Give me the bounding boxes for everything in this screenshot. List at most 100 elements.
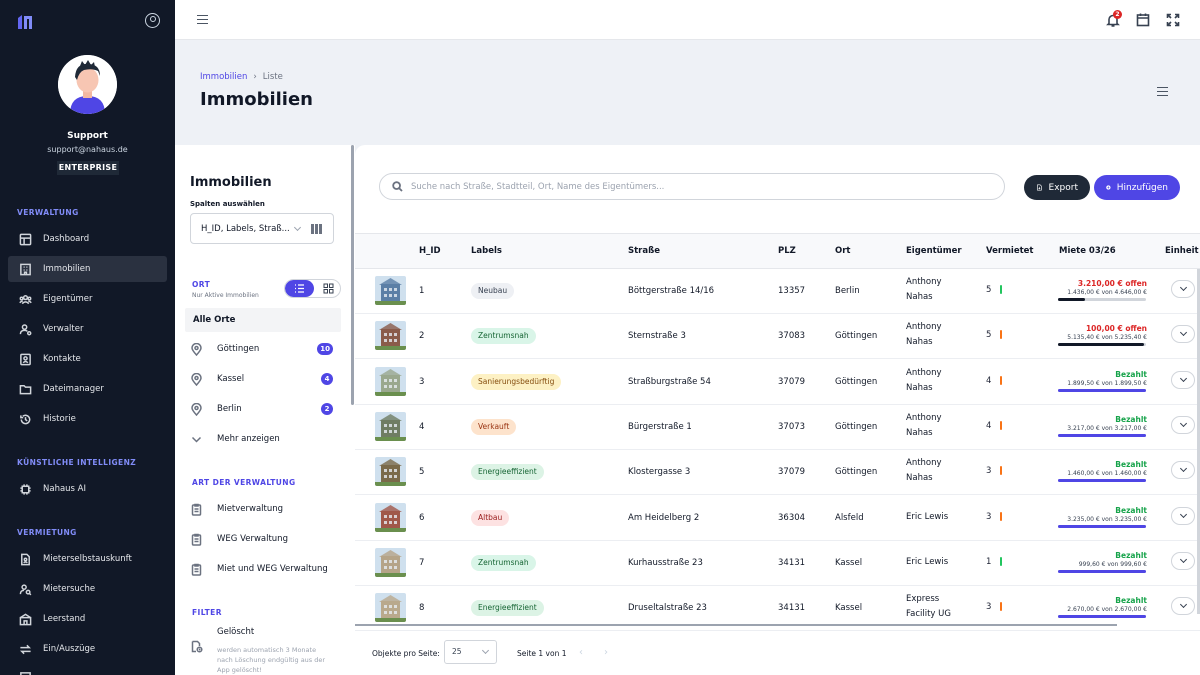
rent-progress-bar [1058, 343, 1146, 347]
table-row[interactable]: 4 Verkauft Bürgerstraße 1 37073 Göttingen Ant… [355, 405, 1200, 450]
expand-row-button[interactable] [1171, 325, 1195, 344]
rent-detail: 1.436,00 € von 4.646,00 € [1067, 289, 1147, 296]
sidebar-item-immobilien[interactable]: Immobilien [8, 256, 167, 282]
cell-h-id: 8 [419, 603, 425, 614]
sidebar-item-more[interactable] [8, 664, 167, 675]
sidebar-item-label: Verwalter [43, 324, 84, 334]
cell-ort: Kassel [835, 557, 863, 568]
sidebar-item-label: Ein/Auszüge [43, 644, 96, 654]
owner-line: Anthony [906, 277, 942, 287]
column-header-ort[interactable]: Ort [835, 246, 850, 256]
property-thumbnail[interactable] [375, 321, 406, 351]
column-header-strasse[interactable]: Straße [628, 246, 660, 256]
breadcrumb-root-link[interactable]: Immobilien [200, 72, 247, 82]
nahaus-logo[interactable] [16, 14, 36, 30]
next-page-icon[interactable]: › [604, 647, 608, 658]
property-thumbnail[interactable] [375, 411, 406, 441]
rent-status: Bezahlt [1115, 596, 1147, 606]
rent-status: Bezahlt [1115, 505, 1147, 515]
sidebar-item-mieterselbstauskunft[interactable]: Mieterselbstauskunft [8, 546, 167, 572]
rent-progress-fill [1058, 615, 1146, 619]
location-item[interactable]: Kassel 4 [190, 369, 335, 389]
label-badge: Sanierungsbedürftig [471, 373, 562, 390]
show-more-button[interactable]: Mehr anzeigen [190, 429, 335, 449]
show-more-label: Mehr anzeigen [217, 434, 280, 444]
sidebar-item-dashboard[interactable]: Dashboard [8, 226, 167, 252]
property-thumbnail[interactable] [375, 366, 406, 396]
rent-progress-bar [1058, 433, 1146, 437]
column-header-labels[interactable]: Labels [471, 246, 502, 256]
columns-select[interactable]: H_ID, Labels, Straß... [190, 213, 334, 244]
cell-h-id: 4 [419, 421, 425, 432]
file-export-icon [1037, 184, 1042, 191]
location-section-title: ORT [192, 280, 211, 289]
grid-view-button[interactable] [314, 280, 340, 297]
sidebar-item-label: Nahaus AI [43, 484, 87, 494]
location-item[interactable]: Berlin 2 [190, 399, 335, 419]
page-menu-icon[interactable] [1157, 87, 1168, 96]
table-row[interactable]: 1 Neubau Böttgerstraße 14/16 13357 Berlin Ant… [355, 269, 1200, 314]
export-button[interactable]: Export [1024, 175, 1090, 200]
list-view-button[interactable] [285, 280, 314, 297]
property-thumbnail[interactable] [375, 593, 406, 623]
document-clock-icon [191, 640, 203, 653]
expand-row-button[interactable] [1171, 506, 1195, 525]
deleted-filter-item[interactable]: Gelöscht [190, 627, 335, 653]
chip-icon [18, 482, 32, 496]
column-header-einheit[interactable]: Einheit [1165, 246, 1199, 256]
sidebar-item-nahaus-ai[interactable]: Nahaus AI [8, 476, 167, 502]
table-row[interactable]: 6 Altbau Am Heidelberg 2 36304 Alsfeld Eric L… [355, 496, 1200, 541]
filter-scrollbar[interactable] [351, 145, 354, 405]
per-page-select[interactable]: 25 [444, 640, 497, 664]
location-item[interactable]: Göttingen 10 [190, 339, 335, 359]
expand-row-button[interactable] [1171, 415, 1195, 434]
table-row[interactable]: 3 Sanierungsbedürftig Straßburgstraße 54 37… [355, 360, 1200, 405]
sidebar-item-verwalter[interactable]: Verwalter [8, 316, 167, 342]
table-row[interactable]: 7 Zentrumsnah Kurhausstraße 23 34131 Kassel E… [355, 541, 1200, 586]
table-horizontal-scrollbar[interactable] [355, 624, 1117, 626]
cell-strasse: Bürgerstraße 1 [628, 421, 692, 432]
sidebar-item-historie[interactable]: Historie [8, 406, 167, 432]
expand-row-button[interactable] [1171, 461, 1195, 480]
sidebar-item-mietersuche[interactable]: Mietersuche [8, 576, 167, 602]
expand-row-button[interactable] [1171, 597, 1195, 616]
fullscreen-icon[interactable] [1165, 12, 1181, 28]
management-type-item[interactable]: WEG Verwaltung [190, 529, 335, 549]
menu-toggle-icon[interactable] [197, 15, 208, 24]
previous-page-icon[interactable]: ‹ [579, 647, 583, 658]
user-circle-icon[interactable] [145, 13, 160, 28]
page-title: Immobilien [200, 89, 313, 110]
column-header-plz[interactable]: PLZ [778, 246, 796, 256]
column-header-vermietet[interactable]: Vermietet [986, 246, 1034, 256]
column-header-miete[interactable]: Miete 03/26 [1059, 246, 1116, 256]
management-type-item[interactable]: Mietverwaltung [190, 499, 335, 519]
table-row[interactable]: 2 Zentrumsnah Sternstraße 3 37083 Göttingen A… [355, 314, 1200, 360]
topbar: 2 [175, 0, 1200, 40]
sidebar-item-eigentuemer[interactable]: Eigentümer [8, 286, 167, 312]
occupancy-indicator [1000, 330, 1002, 340]
label-badge: Verkauft [471, 418, 517, 435]
table-row[interactable]: 5 Energieeffizient Klostergasse 3 37079 Gött… [355, 450, 1200, 496]
sidebar-item-ein-auszuege[interactable]: Ein/Auszüge [8, 636, 167, 662]
search-input[interactable]: Suche nach Straße, Stadtteil, Ort, Name … [379, 173, 1005, 200]
location-all-item[interactable]: Alle Orte [185, 308, 341, 332]
property-thumbnail[interactable] [375, 457, 406, 487]
add-property-button[interactable]: Hinzufügen [1094, 175, 1180, 200]
expand-row-button[interactable] [1171, 551, 1195, 570]
sidebar-item-dateimanager[interactable]: Dateimanager [8, 376, 167, 402]
column-header-h-id[interactable]: H_ID [419, 246, 441, 256]
rent-progress-bar [1058, 569, 1146, 573]
cell-ort: Göttingen [835, 376, 878, 387]
expand-row-button[interactable] [1171, 280, 1195, 298]
sidebar-item-kontakte[interactable]: Kontakte [8, 346, 167, 372]
search-placeholder: Suche nach Straße, Stadtteil, Ort, Name … [411, 181, 665, 192]
property-thumbnail[interactable] [375, 547, 406, 577]
calendar-icon[interactable] [1135, 12, 1151, 28]
sidebar-item-leerstand[interactable]: Leerstand [8, 606, 167, 632]
property-thumbnail[interactable] [375, 502, 406, 532]
management-type-item[interactable]: Miet und WEG Verwaltung [190, 559, 335, 579]
breadcrumb: Immobilien › Liste [200, 72, 283, 82]
column-header-eigentuemer[interactable]: Eigentümer [906, 246, 962, 256]
expand-row-button[interactable] [1171, 370, 1195, 389]
property-thumbnail[interactable] [375, 276, 406, 305]
